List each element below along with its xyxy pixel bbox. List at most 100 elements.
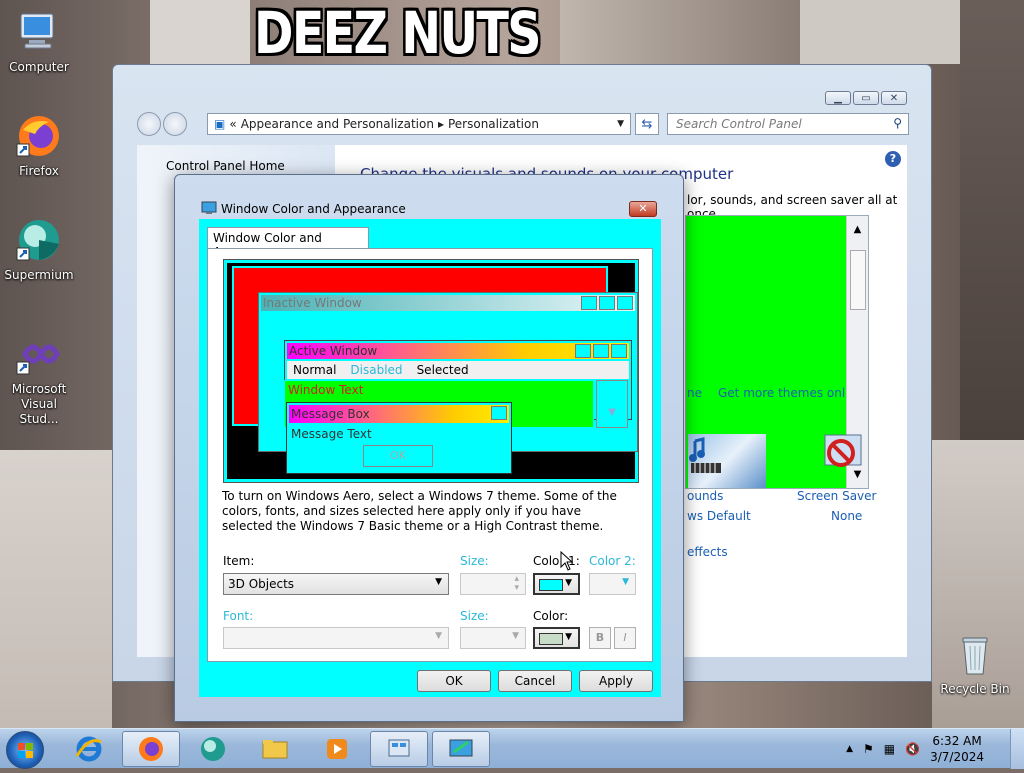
- inactive-window-buttons: [581, 296, 633, 310]
- minimize-button[interactable]: ▁: [825, 91, 851, 105]
- get-more-themes-link[interactable]: Get more themes online: [718, 386, 864, 400]
- item-size-stepper[interactable]: ▴ ▾: [460, 573, 526, 595]
- window-controls: ▁ ▭ ✕: [825, 91, 907, 105]
- chevron-down-icon: ▼: [435, 631, 442, 641]
- control-panel-icon: [388, 739, 410, 757]
- taskbar-explorer[interactable]: [246, 731, 304, 767]
- back-button[interactable]: [137, 112, 161, 136]
- appearance-preview[interactable]: Inactive Window Active Window Normal Dis…: [223, 259, 639, 483]
- media-player-icon: [327, 739, 347, 759]
- chevron-down-icon: ▼: [512, 631, 519, 641]
- help-icon[interactable]: ?: [885, 151, 901, 167]
- effects-link[interactable]: effects: [687, 545, 728, 559]
- themes-link-partial[interactable]: ne: [687, 386, 702, 400]
- personalization-icon: [449, 739, 473, 757]
- apply-button[interactable]: Apply: [579, 670, 653, 692]
- show-hidden-icons-icon[interactable]: ▲: [846, 744, 853, 754]
- inactive-title: Inactive Window: [263, 296, 362, 310]
- network-icon[interactable]: ▦: [884, 742, 895, 756]
- sounds-value[interactable]: ws Default: [687, 509, 751, 523]
- control-panel-icon: ▣: [214, 117, 226, 131]
- desktop-icon-visual-studio[interactable]: Microsoft Visual Stud...: [1, 330, 77, 427]
- search-icon[interactable]: ⚲: [893, 116, 902, 130]
- taskbar-personalization[interactable]: [432, 731, 490, 767]
- font-color-swatch: [539, 633, 563, 645]
- tab-window-color[interactable]: Window Color and Appearance: [207, 227, 369, 259]
- clock-date: 3/7/2024: [930, 750, 984, 764]
- breadcrumb-appearance[interactable]: Appearance and Personalization: [241, 117, 434, 131]
- firefox-icon: [139, 737, 163, 761]
- supermium-icon: [201, 737, 225, 761]
- maximize-button[interactable]: ▭: [853, 91, 879, 105]
- italic-button[interactable]: I: [614, 627, 636, 649]
- maximize-icon: [599, 296, 615, 310]
- recycle-bin-icon: [951, 630, 999, 678]
- screen-saver-value[interactable]: None: [831, 509, 862, 523]
- chevron-down-icon: ▼: [565, 632, 572, 642]
- font-color-picker[interactable]: ▼: [533, 627, 580, 649]
- taskbar-firefox[interactable]: [122, 731, 180, 767]
- cancel-button[interactable]: Cancel: [498, 670, 572, 692]
- dialog-close-button[interactable]: ✕: [629, 201, 657, 217]
- desktop-icon-supermium[interactable]: Supermium: [1, 216, 77, 283]
- desktop-icon-computer[interactable]: Computer: [1, 8, 77, 75]
- computer-icon: [15, 8, 63, 56]
- breadcrumb-personalization[interactable]: Personalization: [448, 117, 539, 131]
- message-box-buttons: [491, 406, 507, 420]
- item-label: Item:: [223, 554, 255, 568]
- wallpaper-tile: [150, 0, 250, 70]
- font-select[interactable]: ▼: [223, 627, 449, 649]
- sounds-icon[interactable]: [687, 435, 727, 475]
- screen-saver-label[interactable]: Screen Saver: [797, 489, 876, 503]
- message-box-title-bar: Message Box: [289, 405, 509, 423]
- clock[interactable]: 6:32 AM 3/7/2024: [930, 733, 984, 765]
- taskbar-control-panel[interactable]: [370, 731, 428, 767]
- screen-saver-icon[interactable]: [821, 431, 867, 477]
- item-select[interactable]: 3D Objects ▼: [223, 573, 449, 595]
- address-dropdown-icon[interactable]: ▼: [617, 119, 624, 129]
- window-color-dialog: Window Color and Appearance ✕ Window Col…: [174, 174, 684, 722]
- search-input[interactable]: Search Control Panel ⚲: [667, 113, 909, 135]
- ok-button[interactable]: OK: [417, 670, 491, 692]
- color1-picker[interactable]: ▼: [533, 573, 580, 595]
- close-button[interactable]: ✕: [881, 91, 907, 105]
- dialog-client-area: Window Color and Appearance Inactive Win…: [199, 219, 661, 697]
- font-size-select[interactable]: ▼: [460, 627, 526, 649]
- bold-button[interactable]: B: [589, 627, 611, 649]
- desktop-icon-firefox[interactable]: Firefox: [1, 112, 77, 179]
- forward-button[interactable]: [163, 112, 187, 136]
- spin-down-icon[interactable]: ▾: [514, 583, 519, 593]
- active-window-buttons: [575, 344, 627, 358]
- chevron-down-icon: ▼: [435, 577, 442, 587]
- control-panel-home-link[interactable]: Control Panel Home: [166, 159, 285, 173]
- menu-disabled: Disabled: [350, 363, 403, 377]
- scroll-up-icon[interactable]: ▲: [847, 224, 868, 235]
- volume-muted-icon[interactable]: 🔇: [905, 742, 920, 756]
- color2-picker[interactable]: ▼: [589, 573, 636, 595]
- windows-logo-icon: [18, 743, 33, 758]
- close-icon: [491, 406, 507, 420]
- refresh-button[interactable]: ⇆: [635, 113, 659, 135]
- active-title: Active Window: [289, 344, 378, 358]
- internet-explorer-icon: [75, 736, 102, 762]
- taskbar-media-player[interactable]: [308, 731, 366, 767]
- system-tray: ▲ ⚑ ▦ 🔇 6:32 AM 3/7/2024: [846, 729, 1024, 769]
- action-center-flag-icon[interactable]: ⚑: [863, 742, 874, 756]
- sounds-label[interactable]: ounds: [687, 489, 723, 503]
- aero-info-text: To turn on Windows Aero, select a Window…: [222, 489, 617, 533]
- wallpaper-tile: [0, 450, 112, 728]
- preview-message-box[interactable]: Message Box Message Text OK: [286, 402, 512, 474]
- scroll-thumb[interactable]: [850, 250, 866, 310]
- desktop-icon-label: Microsoft Visual Stud...: [11, 382, 67, 426]
- font-size-label: Size:: [460, 609, 489, 623]
- desktop-icon-recycle-bin[interactable]: Recycle Bin: [937, 630, 1013, 697]
- supermium-icon: [15, 216, 63, 264]
- show-desktop-button[interactable]: [1010, 729, 1024, 769]
- font-color-label: Color:: [533, 609, 569, 623]
- taskbar-supermium[interactable]: [184, 731, 242, 767]
- desktop-icon-label: Recycle Bin: [940, 682, 1010, 696]
- taskbar-internet-explorer[interactable]: [60, 731, 118, 767]
- menu-selected: Selected: [416, 363, 469, 377]
- address-bar[interactable]: ▣ « Appearance and Personalization ▸ Per…: [207, 113, 631, 135]
- start-button[interactable]: [6, 731, 44, 769]
